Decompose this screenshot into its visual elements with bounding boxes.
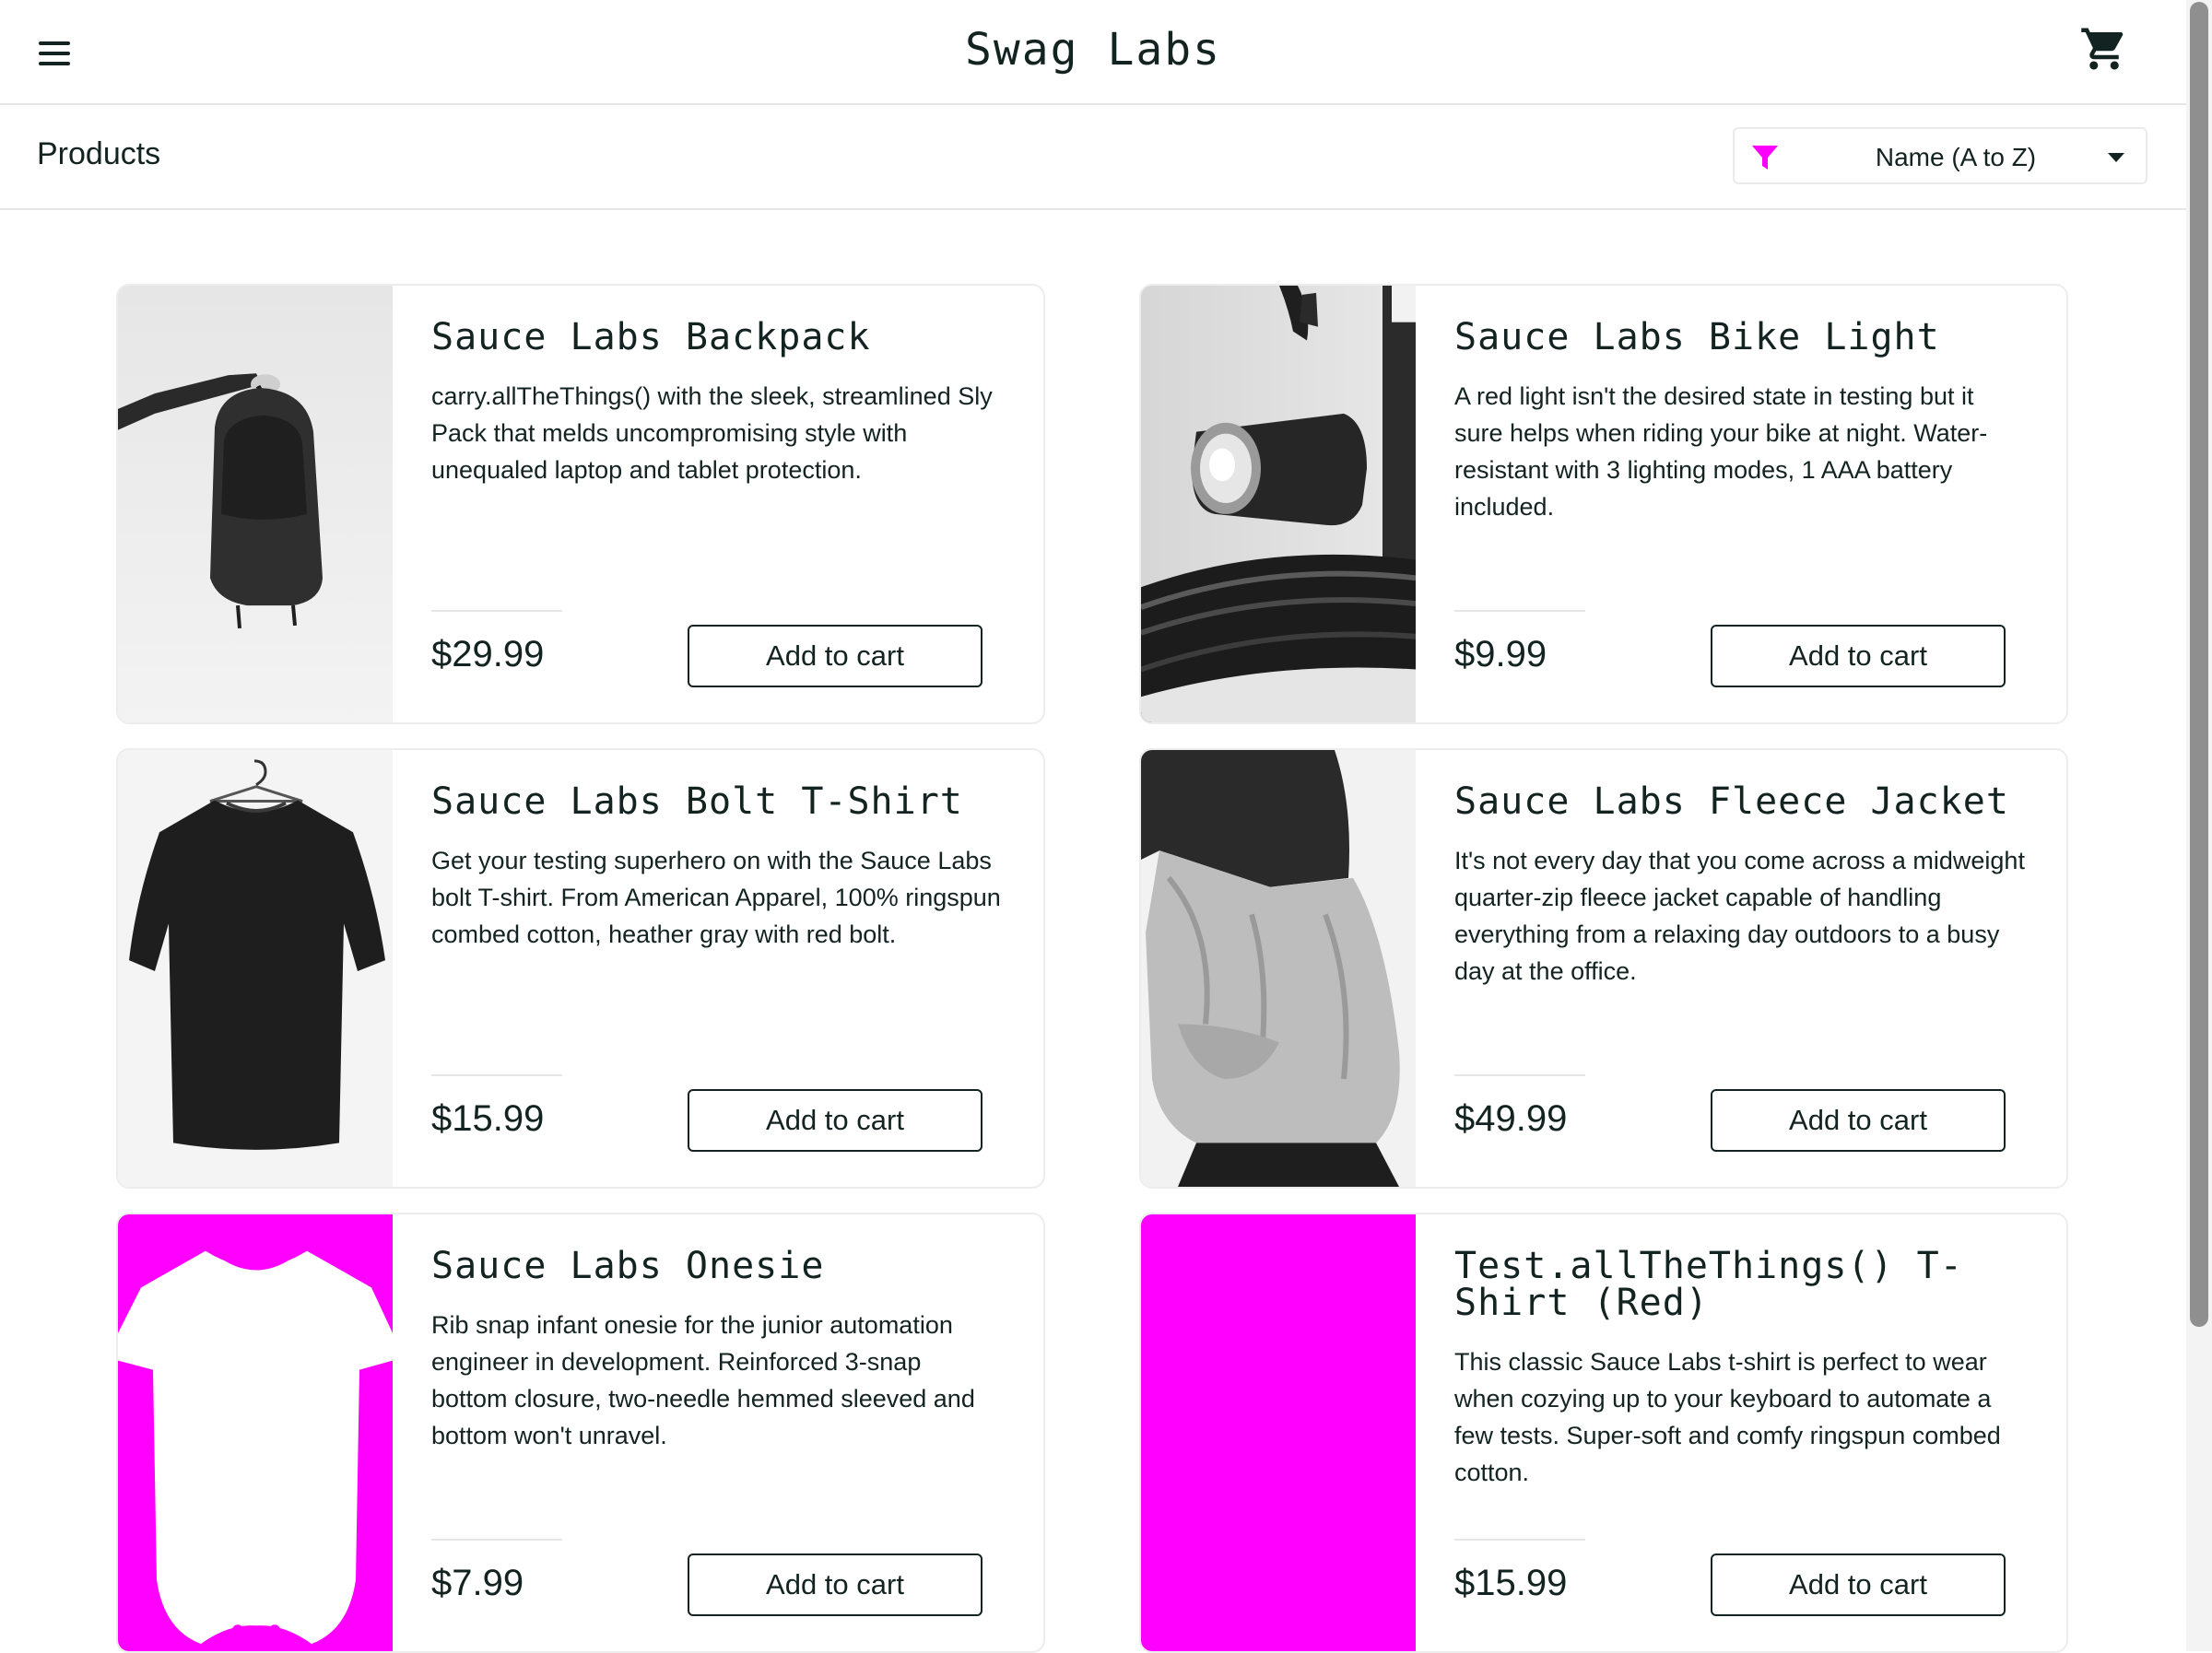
item-price: $15.99 (431, 1098, 545, 1139)
inventory-item: Sauce Labs Onesie Rib snap infant onesie… (116, 1213, 1045, 1653)
item-description: A red light isn't the desired state in t… (1454, 382, 1988, 521)
item-price: $49.99 (1454, 1098, 1568, 1139)
inventory-item: Test.allTheThings() T-Shirt (Red) This c… (1139, 1213, 2068, 1653)
divider (431, 1074, 562, 1076)
item-description: carry.allTheThings() with the sleek, str… (431, 382, 993, 484)
filter-funnel-icon (1751, 144, 1779, 171)
red-tshirt-product-image[interactable] (1141, 1214, 1416, 1651)
item-price: $7.99 (431, 1563, 524, 1603)
item-name-link[interactable]: Sauce Labs Fleece Jacket (1454, 783, 2026, 820)
page-title: Products (37, 136, 161, 171)
primary-header: Swag Labs (0, 0, 2186, 105)
item-name-link[interactable]: Sauce Labs Bolt T-Shirt (431, 783, 1003, 820)
item-description: Get your testing superhero on with the S… (431, 847, 1001, 948)
inventory-item: Sauce Labs Bike Light A red light isn't … (1139, 284, 2068, 724)
scrollbar-thumb[interactable] (2190, 2, 2208, 1327)
divider (1454, 1074, 1585, 1076)
inventory-item: Sauce Labs Fleece Jacket It's not every … (1139, 748, 2068, 1189)
secondary-header: Products Name (A to Z) (0, 105, 2186, 210)
item-price: $15.99 (1454, 1563, 1568, 1603)
backpack-product-image[interactable] (118, 286, 393, 722)
divider (1454, 610, 1585, 612)
item-name-link[interactable]: Sauce Labs Bike Light (1454, 319, 2026, 356)
item-name-link[interactable]: Sauce Labs Backpack (431, 319, 1003, 356)
onesie-product-image[interactable] (118, 1214, 393, 1651)
fleece-jacket-product-image[interactable] (1141, 750, 1416, 1187)
item-description: It's not every day that you come across … (1454, 847, 2025, 985)
vertical-scrollbar[interactable] (2186, 0, 2212, 1651)
divider (431, 610, 562, 612)
shopping-cart-icon[interactable] (2079, 24, 2129, 74)
add-to-cart-button[interactable]: Add to cart (1711, 625, 2006, 687)
divider (431, 1539, 562, 1541)
add-to-cart-button[interactable]: Add to cart (688, 1553, 982, 1616)
product-sort-dropdown[interactable]: Name (A to Z) (1733, 127, 2147, 184)
inventory-list: Sauce Labs Backpack carry.allTheThings()… (116, 284, 2068, 1653)
divider (1454, 1539, 1585, 1541)
item-name-link[interactable]: Sauce Labs Onesie (431, 1248, 1003, 1284)
item-description: Rib snap infant onesie for the junior au… (431, 1311, 975, 1449)
add-to-cart-button[interactable]: Add to cart (688, 625, 982, 687)
add-to-cart-button[interactable]: Add to cart (1711, 1553, 2006, 1616)
bike-light-product-image[interactable] (1141, 286, 1416, 722)
sort-selected-value: Name (A to Z) (1875, 143, 2037, 171)
item-name-link[interactable]: Test.allTheThings() T-Shirt (Red) (1454, 1248, 2026, 1321)
item-price: $29.99 (431, 634, 545, 674)
chevron-down-icon (2108, 153, 2124, 162)
add-to-cart-button[interactable]: Add to cart (1711, 1089, 2006, 1152)
item-price: $9.99 (1454, 634, 1547, 674)
inventory-item: Sauce Labs Bolt T-Shirt Get your testing… (116, 748, 1045, 1189)
inventory-item: Sauce Labs Backpack carry.allTheThings()… (116, 284, 1045, 724)
add-to-cart-button[interactable]: Add to cart (688, 1089, 982, 1152)
item-description: This classic Sauce Labs t-shirt is perfe… (1454, 1348, 2001, 1486)
bolt-tshirt-product-image[interactable] (118, 750, 393, 1187)
app-logo: Swag Labs (964, 24, 1222, 76)
